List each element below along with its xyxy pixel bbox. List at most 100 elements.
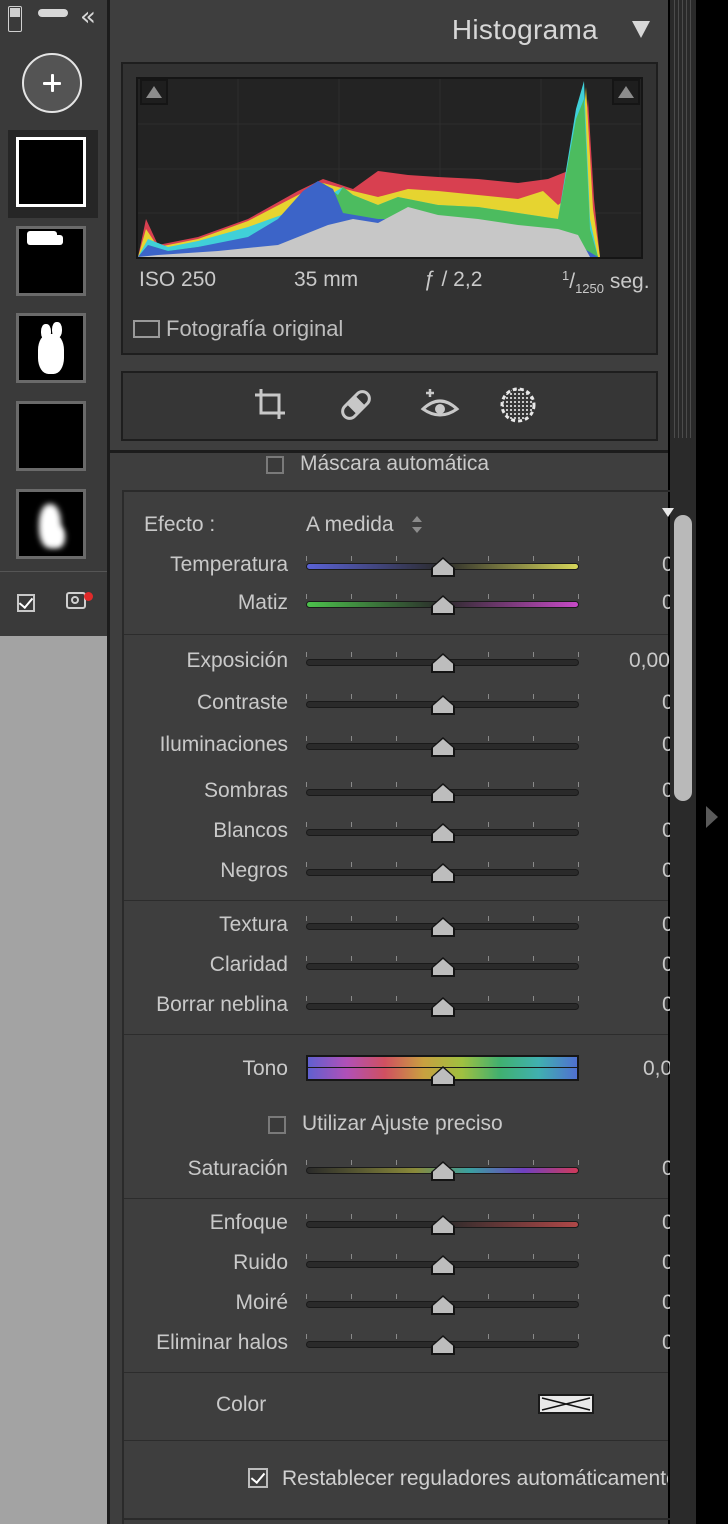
blancos-value[interactable]: 0	[662, 819, 670, 843]
saturacion-label: Saturación	[187, 1157, 288, 1180]
saturacion-value[interactable]: 0	[662, 1157, 670, 1181]
show-overlay-checkbox[interactable]	[17, 593, 35, 612]
contraste-value[interactable]: 0	[662, 691, 670, 715]
slider-tick	[306, 862, 307, 867]
shadow-clipping-button[interactable]	[140, 79, 168, 105]
slider-tick	[578, 996, 579, 1001]
auto-mask-label[interactable]: Máscara automática	[300, 452, 489, 476]
slider-tick	[351, 996, 352, 1001]
sombras-value[interactable]: 0	[662, 779, 670, 803]
slider-tick	[396, 996, 397, 1001]
collapse-icon[interactable]: «	[80, 3, 96, 31]
slider-tick	[533, 862, 534, 867]
slider-tick	[488, 822, 489, 827]
slider-tick	[306, 1294, 307, 1299]
mask-thumb-4[interactable]	[16, 401, 86, 471]
shutter-num: 1	[562, 268, 570, 283]
highlight-clipping-button[interactable]	[612, 79, 640, 105]
slider-tick	[351, 652, 352, 657]
precise-adjust-checkbox[interactable]	[268, 1116, 286, 1134]
slider-tick	[351, 1254, 352, 1259]
moire-label: Moiré	[235, 1291, 288, 1314]
original-photo-label[interactable]: Fotografía original	[166, 316, 343, 342]
resize-grip[interactable]	[674, 0, 692, 438]
slider-tick	[533, 956, 534, 961]
slider-tick	[533, 1294, 534, 1299]
exif-aperture: ƒ / 2,2	[424, 268, 483, 291]
slider-tick	[488, 916, 489, 921]
eliminar-halos-value[interactable]: 0	[662, 1331, 670, 1355]
reset-sliders-checkbox[interactable]	[248, 1468, 268, 1488]
ruido-value[interactable]: 0	[662, 1251, 670, 1275]
histogram-graph	[138, 79, 641, 257]
effect-dropdown[interactable]: A medida	[306, 513, 394, 537]
color-swatch[interactable]	[538, 1394, 594, 1414]
overlay-options-icon[interactable]	[66, 592, 86, 609]
slider-tick	[396, 782, 397, 787]
mask-thumb-1[interactable]	[16, 137, 86, 207]
slider-tick	[306, 736, 307, 741]
negros-value[interactable]: 0	[662, 859, 670, 883]
collapse-effect-icon[interactable]	[662, 508, 674, 517]
temperatura-label: Temperatura	[170, 553, 288, 576]
slider-tick	[306, 1254, 307, 1259]
slider-tick	[533, 556, 534, 561]
slider-tick	[533, 996, 534, 1001]
slider-tick	[488, 1334, 489, 1339]
slider-tick	[578, 736, 579, 741]
tool-strip	[121, 371, 658, 441]
slider-tick	[488, 694, 489, 699]
red-eye-icon[interactable]	[420, 385, 460, 425]
slider-tick	[351, 956, 352, 961]
masking-icon[interactable]	[498, 385, 538, 425]
slider-tick	[396, 1294, 397, 1299]
enfoque-value[interactable]: 0	[662, 1211, 670, 1235]
textura-value[interactable]: 0	[662, 913, 670, 937]
crop-icon[interactable]	[251, 385, 291, 425]
histogram-plot	[136, 77, 643, 259]
divider	[0, 571, 107, 572]
eliminar-halos-label: Eliminar halos	[156, 1331, 288, 1354]
slider-tick	[396, 956, 397, 961]
dropdown-arrows-icon[interactable]	[412, 516, 422, 536]
disclosure-triangle-icon[interactable]	[632, 21, 650, 38]
group-divider	[124, 1198, 668, 1199]
slider-tick	[533, 1214, 534, 1219]
exposicion-value[interactable]: 0,00	[629, 649, 670, 673]
reset-sliders-label[interactable]: Restablecer reguladores automáticamente	[282, 1467, 668, 1491]
right-rail	[696, 0, 728, 1524]
slider-tick	[396, 1214, 397, 1219]
auto-mask-checkbox[interactable]	[266, 456, 284, 474]
slider-tick	[396, 1254, 397, 1259]
enfoque-label: Enfoque	[209, 1211, 288, 1234]
iluminaciones-value[interactable]: 0	[662, 733, 670, 757]
claridad-value[interactable]: 0	[662, 953, 670, 977]
slider-tick	[488, 782, 489, 787]
tono-value[interactable]: 0,0	[643, 1057, 670, 1081]
slider-tick	[306, 1214, 307, 1219]
shutter-unit: seg.	[609, 270, 650, 293]
mask-thumb-3[interactable]	[16, 313, 86, 383]
add-mask-button[interactable]	[22, 53, 82, 113]
expand-arrow-icon[interactable]	[706, 806, 718, 828]
matiz-value[interactable]: 0	[662, 591, 670, 615]
scrollbar-thumb[interactable]	[674, 515, 692, 801]
slider-tick	[578, 652, 579, 657]
moire-value[interactable]: 0	[662, 1291, 670, 1315]
original-photo-checkbox[interactable]	[133, 320, 160, 338]
slider-tick	[351, 822, 352, 827]
slider-tick	[533, 594, 534, 599]
borrar-neblina-value[interactable]: 0	[662, 993, 670, 1017]
slider-tick	[351, 1334, 352, 1339]
healing-icon[interactable]	[336, 385, 376, 425]
temperatura-value[interactable]: 0	[662, 553, 670, 577]
panel-toggle-icon[interactable]	[8, 6, 22, 32]
slider-tick	[488, 862, 489, 867]
mask-thumb-2[interactable]	[16, 226, 86, 296]
histogram-title[interactable]: Histograma	[452, 14, 598, 46]
negros-label: Negros	[220, 859, 288, 882]
minimize-icon[interactable]	[38, 9, 68, 17]
precise-adjust-label[interactable]: Utilizar Ajuste preciso	[302, 1112, 503, 1136]
slider-tick	[396, 652, 397, 657]
mask-thumb-5[interactable]	[16, 489, 86, 559]
